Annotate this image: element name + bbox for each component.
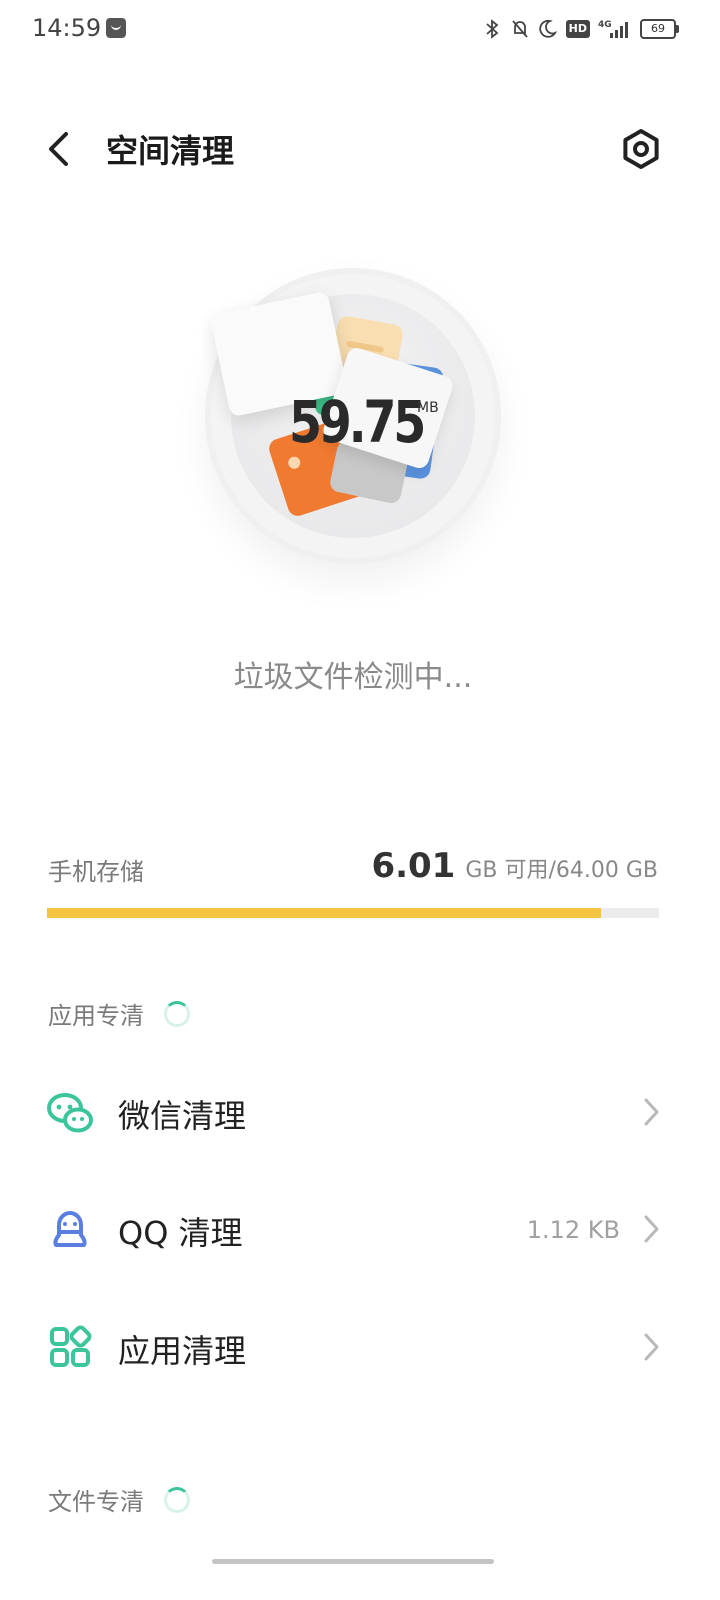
junk-scan-graphic: 59.75 MB — [205, 268, 501, 564]
mute-bell-icon — [511, 20, 528, 38]
notification-icon — [106, 18, 126, 38]
back-arrow-icon[interactable] — [34, 124, 84, 174]
hd-badge: HD — [565, 20, 590, 38]
row-qq-clean[interactable]: QQ 清理 1.12 KB — [0, 1174, 720, 1284]
row-qq-value: 1.12 KB — [526, 1216, 620, 1244]
storage-label: 手机存储 — [48, 858, 144, 886]
section-app-clean-title: 应用专清 — [48, 1002, 144, 1030]
svg-text:4G: 4G — [598, 20, 612, 30]
row-qq-label: QQ 清理 — [118, 1214, 243, 1252]
row-app-label: 应用清理 — [118, 1332, 247, 1370]
chevron-right-icon — [644, 1098, 659, 1126]
signal-icon: 4G — [598, 20, 628, 38]
app-header: 空间清理 — [0, 110, 720, 186]
qq-icon — [53, 1211, 87, 1247]
status-time: 14:59 — [32, 14, 102, 42]
section-file-clean: 文件专清 — [48, 1482, 190, 1517]
section-app-clean: 应用专清 — [48, 996, 190, 1031]
settings-icon[interactable] — [616, 124, 666, 174]
storage-progress-fill — [47, 908, 602, 918]
storage-progress-bar — [47, 908, 659, 918]
battery-icon: 69 — [640, 19, 679, 39]
scan-status-text: 垃圾文件检测中... — [233, 660, 473, 695]
chevron-right-icon — [644, 1333, 659, 1361]
loading-spinner-icon — [164, 1000, 190, 1027]
junk-size-unit: MB — [417, 400, 439, 416]
moon-icon — [538, 19, 557, 38]
storage-free-value: 6.01 — [371, 846, 456, 886]
chevron-right-icon — [644, 1215, 659, 1243]
screen: 14:59 HD 4G 69 空间清理 59.75 MB 垃圾文件检测中... … — [0, 0, 720, 1600]
storage-values: 6.01 GB 可用/64.00 GB — [371, 846, 658, 886]
section-file-clean-title: 文件专清 — [48, 1488, 144, 1516]
apps-grid-icon — [50, 1325, 92, 1367]
junk-size-value: 59.75 — [289, 388, 426, 456]
page-title: 空间清理 — [106, 132, 235, 170]
row-wechat-clean[interactable]: 微信清理 — [0, 1057, 720, 1167]
status-icons: HD 4G 69 — [482, 16, 679, 42]
wechat-icon — [47, 1093, 93, 1133]
bluetooth-icon — [486, 19, 499, 39]
storage-detail: GB 可用/64.00 GB — [465, 858, 658, 883]
loading-spinner-icon — [164, 1486, 190, 1513]
row-app-clean[interactable]: 应用清理 — [0, 1292, 720, 1402]
row-wechat-label: 微信清理 — [118, 1097, 247, 1135]
home-indicator[interactable] — [212, 1559, 494, 1564]
status-bar: 14:59 HD 4G 69 — [0, 0, 720, 56]
